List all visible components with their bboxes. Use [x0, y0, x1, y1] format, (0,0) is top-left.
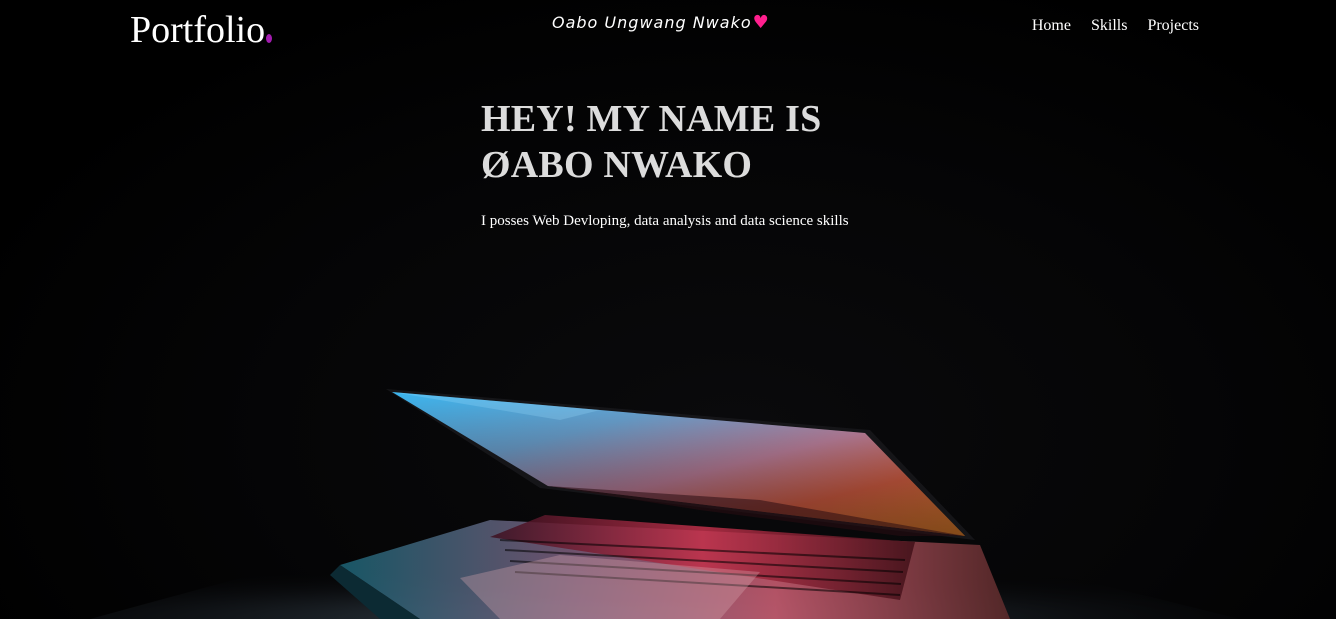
tagline-text: Oabo Ungwang Nwako: [552, 13, 752, 32]
hero-title: HEY! MY NAME IS ØABO NWAKO: [481, 96, 861, 188]
hero-title-line-1: HEY! MY NAME IS: [481, 98, 822, 140]
hero-subtitle: I posses Web Devloping, data analysis an…: [481, 213, 849, 229]
page: Portfolio Oabo Ungwang Nwako♥ Home Skill…: [0, 0, 1336, 619]
header-tagline: Oabo Ungwang Nwako♥: [552, 12, 770, 34]
hero-section: HEY! MY NAME IS ØABO NWAKO I posses Web …: [481, 96, 861, 230]
heart-icon: ♥: [752, 12, 770, 33]
logo-dot-icon: [266, 34, 273, 43]
nav-link-skills[interactable]: Skills: [1091, 16, 1127, 36]
main-nav: Home Skills Projects: [1032, 16, 1199, 36]
hero-laptop-image: [90, 389, 1240, 619]
logo-link[interactable]: Portfolio: [130, 8, 273, 52]
nav-link-home[interactable]: Home: [1032, 16, 1071, 36]
hero-title-line-2: ØABO NWAKO: [481, 144, 753, 186]
logo-text: Portfolio: [130, 9, 266, 51]
nav-link-projects[interactable]: Projects: [1147, 16, 1199, 36]
